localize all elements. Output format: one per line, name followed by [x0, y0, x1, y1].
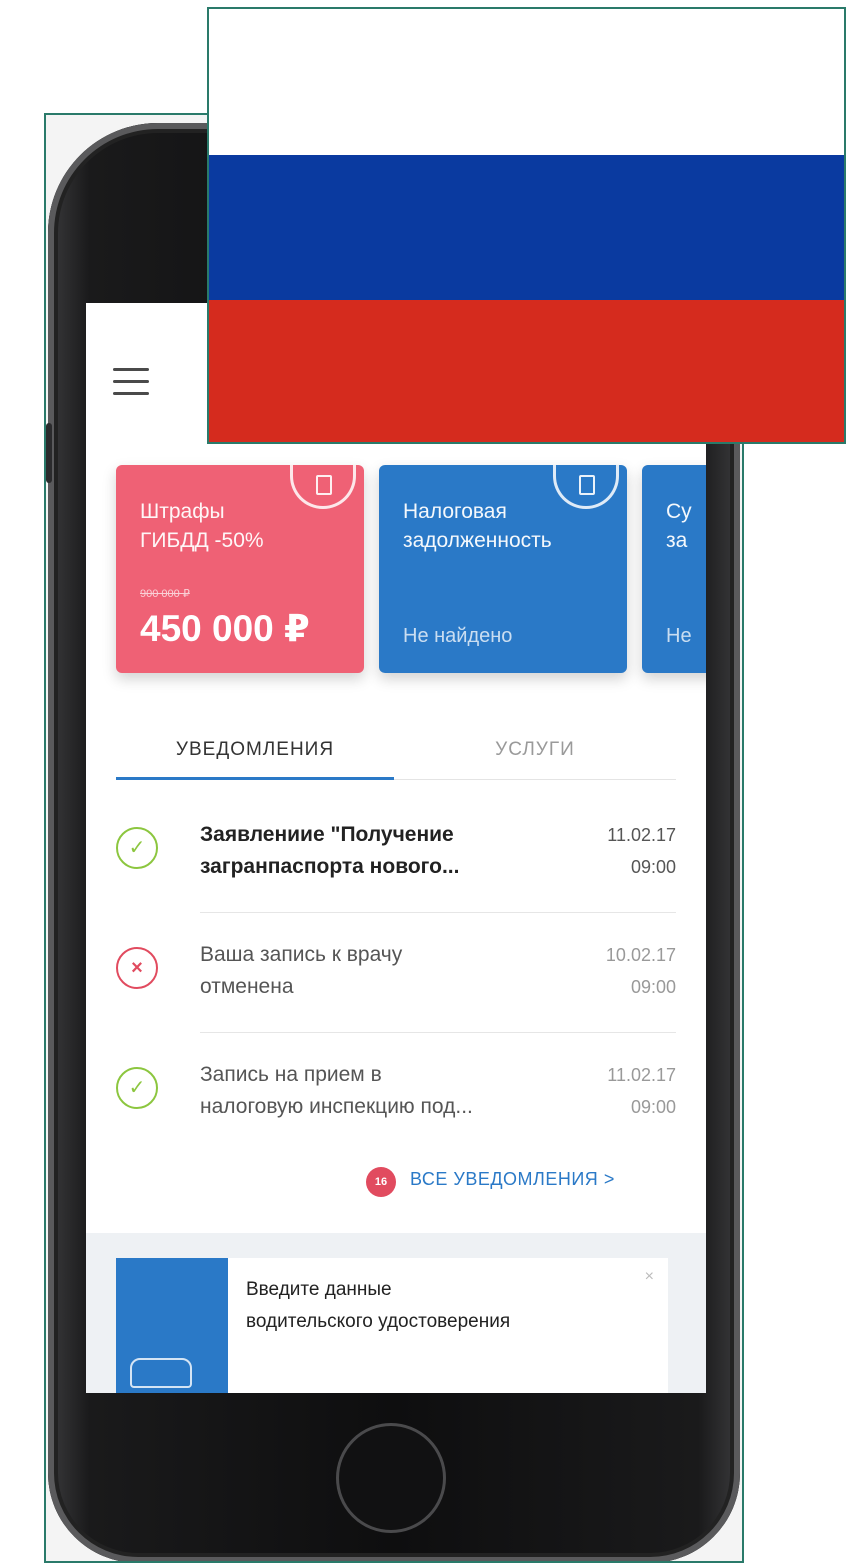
summary-cards: Штрафы ГИБДД -50% 900 000 ₽ 450 000 ₽ На…	[116, 465, 706, 675]
card-status: Не	[666, 625, 692, 647]
notification-text: Ваша запись к врачу отменена	[200, 943, 403, 998]
all-notifications-link[interactable]: 16 ВСЕ УВЕДОМЛЕНИЯ >	[366, 1165, 676, 1199]
car-icon	[130, 1358, 192, 1388]
phone-side-button	[46, 423, 52, 483]
notification-date: 11.02.17 09:00	[607, 1065, 676, 1117]
notification-date: 11.02.17 09:00	[607, 825, 676, 877]
notification-count-badge: 16	[366, 1167, 396, 1197]
promo-thumbnail	[116, 1258, 228, 1393]
notification-item[interactable]: × Ваша запись к врачу отменена 10.02.17 …	[116, 913, 676, 1033]
notification-item[interactable]: ✓ Запись на прием в налоговую инспекцию …	[116, 1033, 676, 1153]
notification-date: 10.02.17 09:00	[605, 945, 676, 997]
document-icon	[316, 475, 332, 495]
card-amount: 450 000 ₽	[140, 608, 310, 649]
notification-item[interactable]: ✓ Заявлениие "Получение загранпаспорта н…	[116, 793, 676, 913]
flag-stripe-white	[209, 9, 844, 155]
check-circle-icon: ✓	[116, 1067, 158, 1109]
phone-screen: Штрафы ГИБДД -50% 900 000 ₽ 450 000 ₽ На…	[86, 303, 706, 1393]
home-button[interactable]	[336, 1423, 446, 1533]
promo-card-driver-license[interactable]: Введите данные водительского удостоверен…	[116, 1258, 668, 1393]
menu-icon[interactable]	[113, 368, 149, 396]
card-title: Су за	[666, 500, 692, 552]
tab-services[interactable]: УСЛУГИ	[394, 721, 676, 779]
promo-text: Введите данные водительского удостоверен…	[246, 1279, 511, 1332]
flag-stripe-red	[209, 300, 844, 442]
russian-flag	[207, 7, 846, 444]
close-icon[interactable]: ×	[645, 1268, 654, 1286]
card-traffic-fines[interactable]: Штрафы ГИБДД -50% 900 000 ₽ 450 000 ₽	[116, 465, 364, 673]
card-title: Налоговая задолженность	[403, 500, 552, 552]
tab-bar: УВЕДОМЛЕНИЯ УСЛУГИ	[116, 721, 676, 781]
card-court-debt[interactable]: Су за Не	[642, 465, 706, 673]
notification-text: Запись на прием в налоговую инспекцию по…	[200, 1063, 473, 1118]
chevron-right-icon: >	[603, 1169, 615, 1189]
cross-circle-icon: ×	[116, 947, 158, 989]
tab-notifications[interactable]: УВЕДОМЛЕНИЯ	[116, 721, 394, 779]
notification-text: Заявлениие "Получение загранпаспорта нов…	[200, 823, 460, 878]
card-title: Штрафы ГИБДД -50%	[140, 500, 264, 552]
card-status: Не найдено	[403, 625, 513, 647]
all-notifications-label: ВСЕ УВЕДОМЛЕНИЯ >	[410, 1169, 615, 1189]
flag-stripe-blue	[209, 155, 844, 300]
card-tax-debt[interactable]: Налоговая задолженность Не найдено	[379, 465, 627, 673]
check-circle-icon: ✓	[116, 827, 158, 869]
tab-active-indicator	[116, 777, 394, 780]
card-old-amount: 900 000 ₽	[140, 588, 190, 600]
tax-document-icon	[579, 475, 595, 495]
